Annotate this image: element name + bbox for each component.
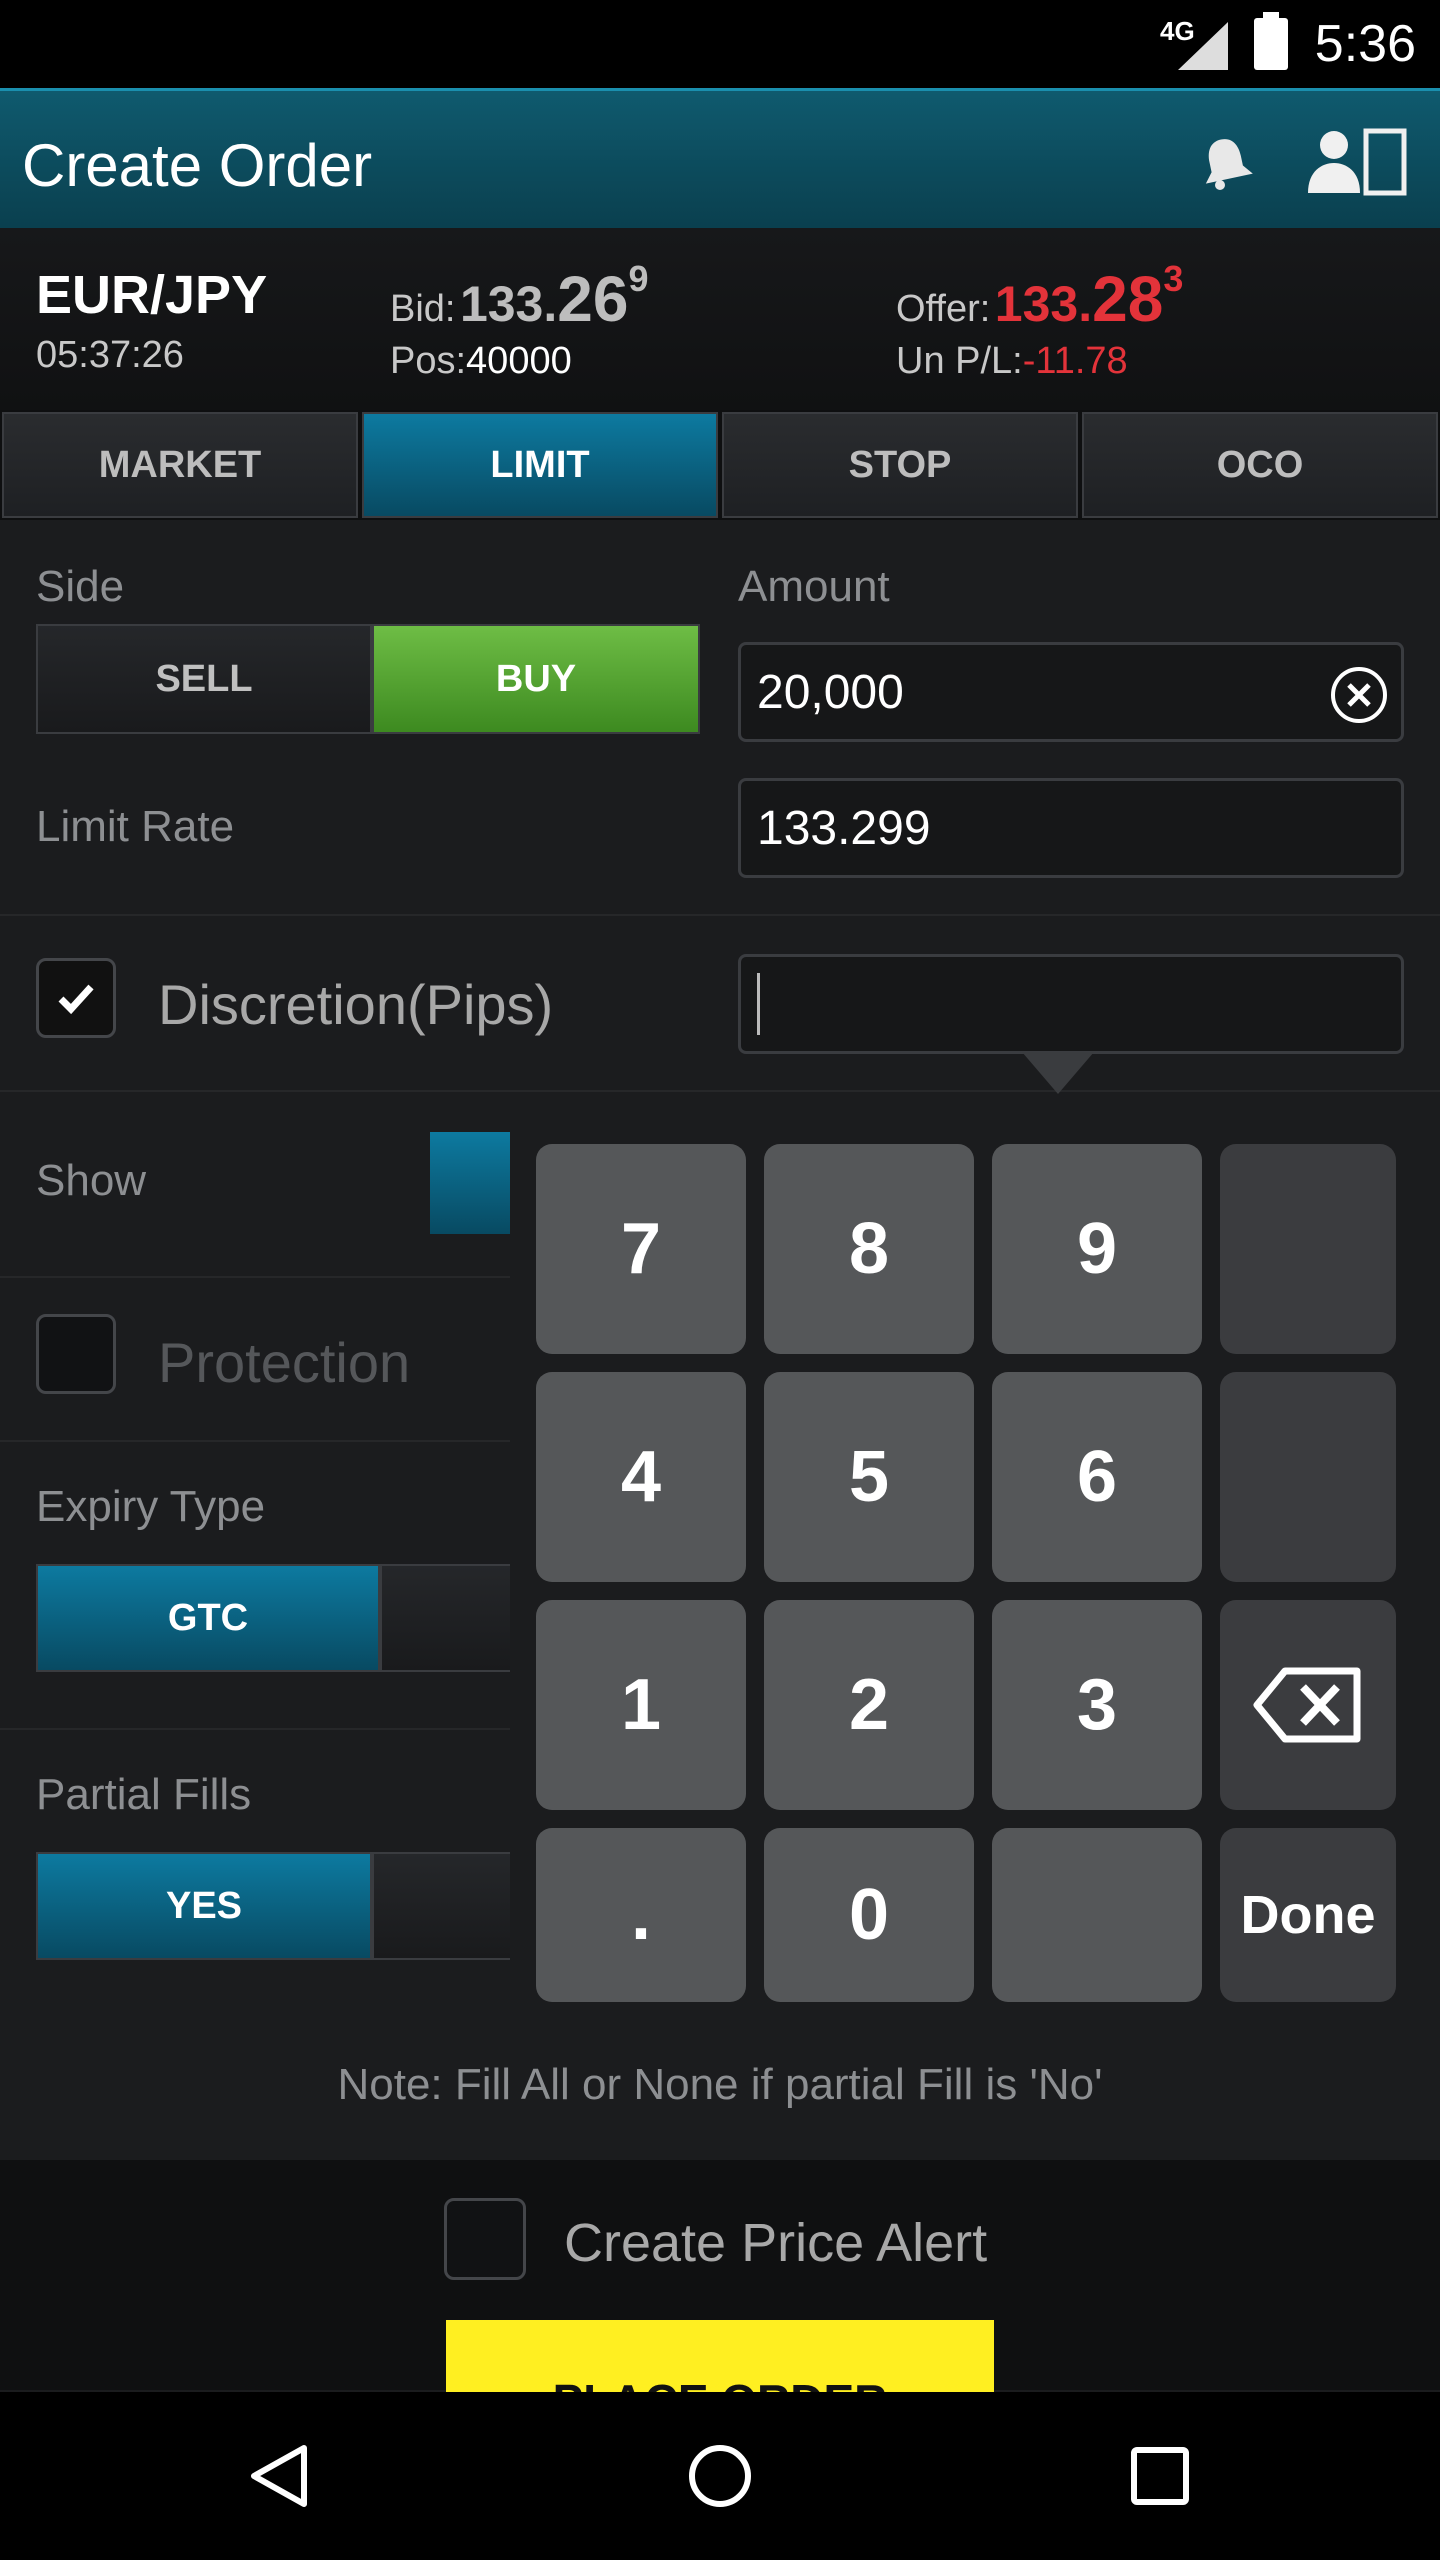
divider [0,1440,510,1442]
done-key[interactable]: Done [1220,1828,1396,2002]
protection-checkbox[interactable] [36,1314,116,1394]
key-decimal[interactable]: . [536,1828,746,2002]
key-9[interactable]: 9 [992,1144,1202,1354]
bid-pips: 26 [557,263,629,335]
discretion-label: Discretion(Pips) [158,973,554,1036]
pl-value: -11.78 [1022,340,1128,382]
status-time: 5:36 [1314,15,1416,73]
home-icon[interactable] [684,2440,756,2512]
backspace-key[interactable] [1220,1600,1396,1810]
expiry-gtc-button[interactable]: GTC [36,1564,380,1672]
tab-market[interactable]: MARKET [2,412,358,518]
app-bar: Create Order [0,88,1440,231]
show-toggle[interactable] [430,1132,510,1234]
expiry-selector: GTC [36,1564,510,1672]
key-1[interactable]: 1 [536,1600,746,1810]
backspace-icon [1253,1667,1361,1743]
navigation-bar [0,2392,1440,2560]
key-blank [1220,1144,1396,1354]
recents-icon[interactable] [1124,2440,1196,2512]
key-blank [1220,1372,1396,1582]
battery-icon [1254,12,1288,70]
status-bar: 4G 5:36 [0,0,1440,88]
account-icon[interactable] [1304,127,1414,197]
currency-pair: EUR/JPY [36,265,268,325]
key-7[interactable]: 7 [536,1144,746,1354]
position: Pos:40000 [390,340,572,383]
key-2[interactable]: 2 [764,1600,974,1810]
expiry-type-label: Expiry Type [36,1482,266,1531]
price-alert-checkbox[interactable] [444,2198,526,2280]
limit-rate-label: Limit Rate [36,802,235,851]
side-label: Side [36,562,125,611]
bid-fraction: 9 [628,258,649,299]
numeric-keypad: 7 8 9 4 5 6 1 2 3 . 0 Done [510,1130,1410,2010]
price-alert-label: Create Price Alert [564,2213,988,2273]
buy-button[interactable]: BUY [372,624,700,734]
bid-price: Bid: 133.269 [390,258,648,336]
signal-icon [1178,22,1228,70]
divider [0,914,1440,916]
partial-yes-button[interactable]: YES [36,1852,372,1960]
partial-no-button[interactable] [372,1852,510,1960]
offer-label: Offer: [896,288,991,330]
offer-prefix: 133. [994,276,1093,332]
bid-label: Bid: [390,288,456,330]
limit-rate-value: 133.299 [757,801,931,855]
expiry-other-button[interactable] [380,1564,510,1672]
clear-icon[interactable] [1329,665,1389,725]
amount-label: Amount [738,562,890,611]
divider [0,1090,1440,1092]
amount-value: 20,000 [757,665,904,719]
offer-pips: 28 [1092,263,1164,335]
amount-field[interactable]: 20,000 [738,642,1404,742]
pl-label: Un P/L: [896,340,1023,382]
key-5[interactable]: 5 [764,1372,974,1582]
text-cursor [757,973,760,1035]
key-8[interactable]: 8 [764,1144,974,1354]
page-title: Create Order [22,132,373,199]
quote-time: 05:37:26 [36,334,184,376]
key-blank [992,1828,1202,2002]
tab-stop[interactable]: STOP [722,412,1078,518]
pos-value: 40000 [466,340,572,382]
discretion-field[interactable] [738,954,1404,1054]
partial-fills-label: Partial Fills [36,1770,252,1819]
pos-label: Pos: [390,340,467,382]
check-icon [58,984,94,1015]
bell-icon[interactable] [1196,133,1256,193]
order-type-tabs: MARKET LIMIT STOP OCO [0,410,1440,520]
protection-label: Protection [158,1331,411,1394]
bid-prefix: 133. [459,276,558,332]
sell-button[interactable]: SELL [36,624,372,734]
offer-fraction: 3 [1163,258,1184,299]
partial-fills-selector: YES [36,1852,510,1960]
tab-limit[interactable]: LIMIT [362,412,718,518]
key-6[interactable]: 6 [992,1372,1202,1582]
offer-price: Offer: 133.283 [896,258,1183,336]
limit-rate-field[interactable]: 133.299 [738,778,1404,878]
key-3[interactable]: 3 [992,1600,1202,1810]
divider [0,1276,510,1278]
back-icon[interactable] [244,2440,316,2512]
discretion-checkbox[interactable] [36,958,116,1038]
keypad-pointer [1022,1052,1094,1094]
side-selector: SELL BUY [36,624,700,734]
tab-oco[interactable]: OCO [1082,412,1438,518]
show-label: Show [36,1156,147,1205]
key-4[interactable]: 4 [536,1372,746,1582]
quote-header: EUR/JPY 05:37:26 Bid: 133.269 Pos:40000 … [0,228,1440,410]
divider [0,1728,510,1730]
key-0[interactable]: 0 [764,1828,974,2002]
unrealized-pl: Un P/L:-11.78 [896,340,1128,383]
partial-fill-note: Note: Fill All or None if partial Fill i… [337,2060,1103,2109]
